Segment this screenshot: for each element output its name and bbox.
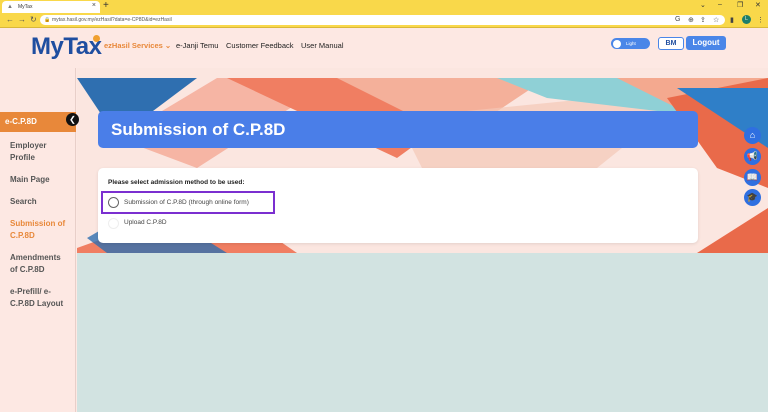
selection-highlight-box — [101, 191, 275, 214]
sidebar-title: e-C.P.8D — [0, 112, 76, 132]
menu-ezhasil-services[interactable]: ezHasil Services ⌄ — [104, 41, 171, 50]
warning-icon: ▲ — [7, 4, 13, 10]
lock-icon: 🔒 — [44, 17, 51, 23]
new-tab-icon[interactable]: + — [103, 0, 109, 11]
menu-e-janji-temu[interactable]: e-Janji Temu — [176, 41, 218, 50]
logout-button[interactable]: Logout — [686, 36, 726, 50]
chevron-down-icon[interactable]: ⌄ — [700, 1, 706, 9]
home-icon[interactable]: ⌂ — [744, 127, 761, 144]
site-header: MyTax ezHasil Services ⌄ e-Janji Temu Cu… — [0, 28, 768, 68]
url-text: mytax.hasil.gov.my/ezHasil?data=e-CP8D&i… — [52, 17, 172, 23]
close-window-icon[interactable]: ✕ — [755, 1, 761, 9]
back-icon[interactable]: ← — [6, 15, 14, 24]
star-icon[interactable]: ☆ — [713, 16, 719, 24]
sidebar-item-eprefill[interactable]: e-Prefill/ e-C.P.8D Layout — [10, 286, 70, 310]
radio-upload[interactable] — [108, 218, 119, 229]
collapse-sidebar-icon[interactable]: ❮ — [66, 113, 79, 126]
mytax-logo[interactable]: MyTax — [31, 33, 102, 61]
menu-user-manual[interactable]: User Manual — [301, 41, 344, 50]
close-tab-icon[interactable]: × — [92, 2, 96, 9]
option-upload-label[interactable]: Upload C.P.8D — [124, 219, 167, 226]
profile-avatar[interactable]: L — [742, 15, 751, 24]
toggle-knob — [613, 39, 621, 48]
page-title: Submission of C.P.8D — [98, 111, 698, 148]
restore-icon[interactable]: ❐ — [737, 1, 743, 9]
sidebar: e-C.P.8D ❮ Employer Profile Main Page Se… — [0, 68, 79, 412]
google-icon[interactable]: G — [675, 16, 680, 23]
sidebar-item-search[interactable]: Search — [10, 196, 70, 208]
logo-dot-icon — [93, 35, 100, 42]
theme-toggle[interactable]: Light — [611, 38, 650, 49]
reload-icon[interactable]: ↻ — [30, 15, 37, 24]
admission-prompt: Please select admission method to be use… — [108, 179, 245, 186]
forward-icon[interactable]: → — [18, 15, 26, 24]
language-button[interactable]: BM — [658, 37, 684, 50]
menu-customer-feedback[interactable]: Customer Feedback — [226, 41, 294, 50]
address-bar-row: ← → ↻ 🔒 mytax.hasil.gov.my/ezHasil?data=… — [0, 13, 768, 28]
zoom-icon[interactable]: ⊕ — [688, 16, 694, 24]
sidebar-item-employer-profile[interactable]: Employer Profile — [10, 140, 70, 164]
megaphone-icon[interactable]: 📢 — [744, 148, 761, 165]
chevron-down-icon: ⌄ — [164, 41, 172, 50]
sidebar-panel-icon[interactable]: ▮ — [730, 16, 734, 24]
sidebar-item-main-page[interactable]: Main Page — [10, 174, 70, 186]
sidebar-item-amendments[interactable]: Amendments of C.P.8D — [10, 252, 70, 276]
graduation-cap-icon[interactable]: 🎓 — [744, 189, 761, 206]
share-icon[interactable]: ⇪ — [700, 16, 706, 24]
sidebar-item-submission[interactable]: Submission of C.P.8D — [10, 218, 70, 242]
content-background — [77, 253, 768, 412]
url-field[interactable]: 🔒 mytax.hasil.gov.my/ezHasil?data=e-CP8D… — [40, 15, 725, 25]
kebab-menu-icon[interactable]: ⋮ — [757, 16, 764, 24]
browser-tab[interactable]: ▲ MyTax × — [2, 1, 100, 13]
book-icon[interactable]: 📖 — [744, 169, 761, 186]
browser-tab-bar: ▲ MyTax × + ⌄ – ❐ ✕ — [0, 0, 768, 13]
minimize-icon[interactable]: – — [718, 1, 722, 8]
toggle-label: Light — [626, 40, 636, 46]
tab-title: MyTax — [18, 4, 33, 10]
